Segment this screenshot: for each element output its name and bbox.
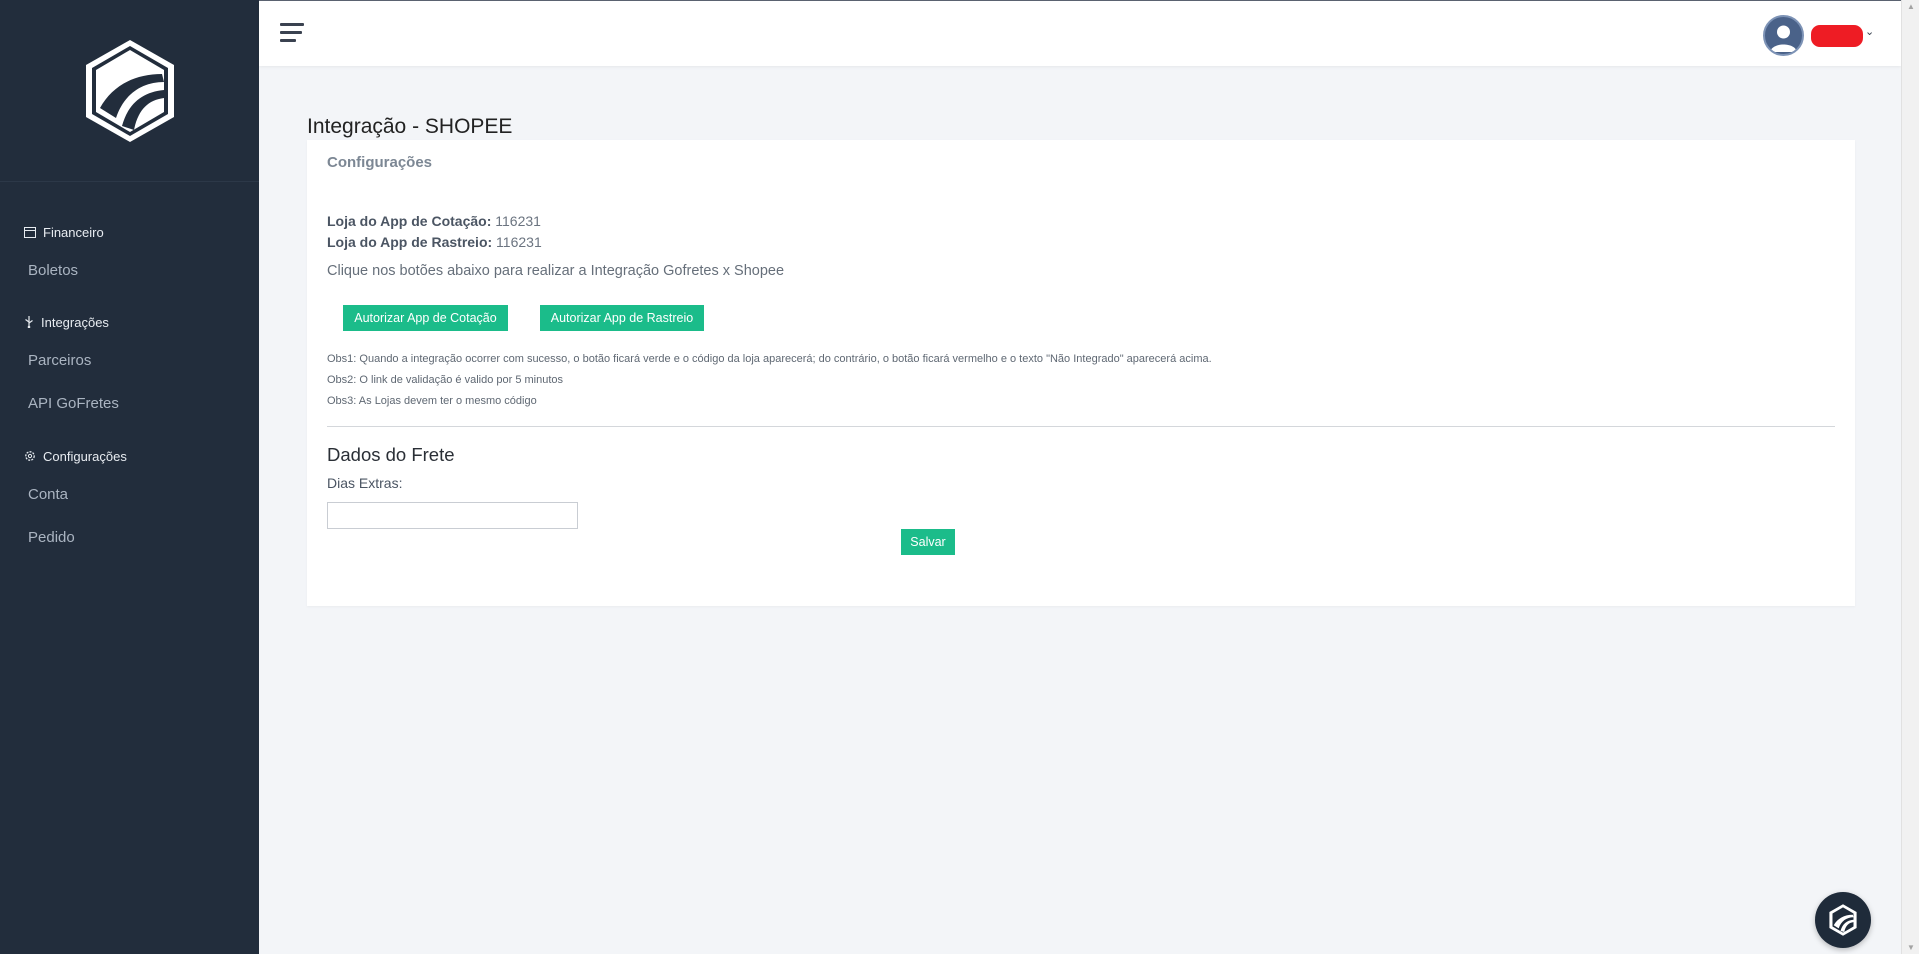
sidebar-section-configuracoes: Configurações (0, 446, 127, 466)
sidebar-item-label: Pedido (28, 528, 75, 546)
username-redacted[interactable] (1811, 25, 1863, 47)
rastreio-label: Loja do App de Rastreio: (327, 234, 493, 250)
obs2-note: Obs2: O link de validação é valido por 5… (327, 374, 564, 386)
sidebar-item-boletos[interactable]: Boletos (0, 259, 78, 281)
rastreio-value: 116231 (496, 234, 542, 250)
page-title: Integração - SHOPEE (307, 115, 513, 138)
frete-section-title: Dados do Frete (327, 444, 455, 465)
cotacao-store-line: Loja do App de Cotação: 116231 (327, 213, 541, 229)
brand-logo[interactable] (82, 36, 178, 146)
chat-launcher-button[interactable] (1815, 892, 1871, 948)
rastreio-store-line: Loja do App de Rastreio: 116231 (327, 234, 542, 250)
page-scrollbar[interactable]: ▲ ▼ (1901, 0, 1919, 954)
dias-extras-label: Dias Extras: (327, 475, 403, 491)
usb-icon (25, 316, 33, 328)
scroll-up-icon[interactable]: ▲ (1907, 2, 1915, 11)
obs1-note: Obs1: Quando a integração ocorrer com su… (327, 353, 1212, 365)
sidebar-section-integracoes: Integrações (0, 312, 109, 332)
user-avatar-icon[interactable] (1763, 15, 1804, 56)
sidebar-section-label: Integrações (41, 314, 109, 330)
sidebar-section-label: Configurações (43, 448, 127, 464)
sidebar-item-api-gofretes[interactable]: API GoFretes (0, 392, 119, 414)
card-header: Configurações (327, 154, 433, 171)
sidebar-item-label: Parceiros (28, 351, 92, 369)
sidebar: Financeiro Boletos Integrações Parceiros… (0, 0, 259, 954)
sidebar-item-label: Boletos (28, 261, 79, 279)
sidebar-item-parceiros[interactable]: Parceiros (0, 349, 91, 371)
settings-card: Configurações Loja do App de Cotação: 11… (307, 140, 1855, 606)
obs3-note: Obs3: As Lojas devem ter o mesmo código (327, 395, 537, 407)
gear-icon (25, 451, 35, 461)
sidebar-item-pedido[interactable]: Pedido (0, 526, 75, 548)
sidebar-section-financeiro: Financeiro (0, 222, 104, 242)
sidebar-item-conta[interactable]: Conta (0, 483, 68, 505)
authorize-rastreio-button[interactable]: Autorizar App de Rastreio (540, 305, 704, 331)
logo-area (0, 0, 259, 182)
section-divider (327, 426, 1835, 427)
brand-logo-icon (1829, 904, 1857, 936)
sidebar-item-label: API GoFretes (28, 394, 119, 412)
scroll-down-icon[interactable]: ▼ (1907, 943, 1915, 952)
dias-extras-input[interactable] (327, 502, 578, 529)
sidebar-section-label: Financeiro (43, 224, 104, 240)
chevron-down-icon[interactable]: ⌄ (1865, 25, 1874, 38)
cotacao-label: Loja do App de Cotação: (327, 213, 492, 229)
hamburger-icon[interactable] (280, 23, 304, 43)
sidebar-item-label: Conta (28, 485, 69, 503)
integration-instruction: Clique nos botões abaixo para realizar a… (327, 263, 785, 279)
top-bar: ⌄ (259, 0, 1901, 66)
authorize-cotacao-button[interactable]: Autorizar App de Cotação (343, 305, 508, 331)
cotacao-value: 116231 (495, 213, 541, 229)
wallet-icon (24, 226, 36, 238)
save-button[interactable]: Salvar (901, 529, 955, 555)
